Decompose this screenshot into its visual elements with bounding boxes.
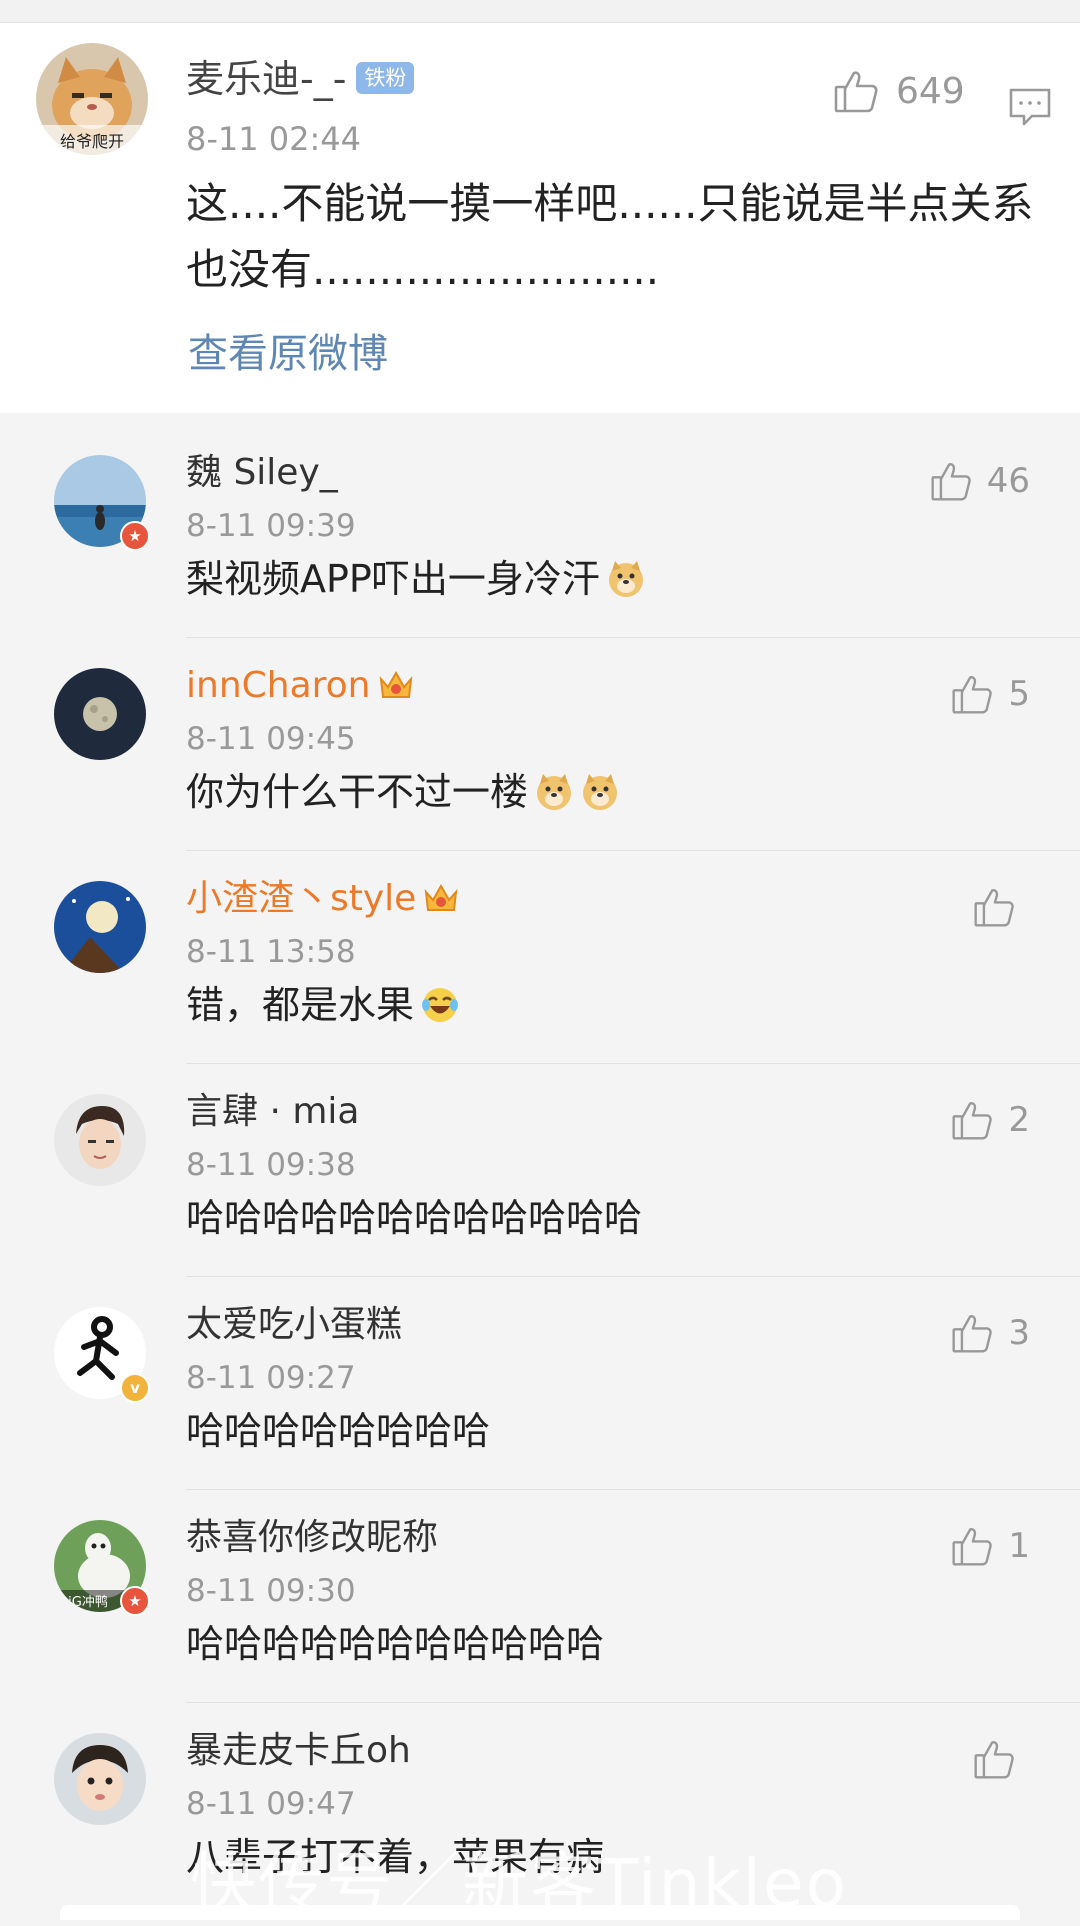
avatar-caption: 给爷爬开 bbox=[60, 132, 124, 151]
main-comment: 给爷爬开 麦乐迪-_- 铁粉 8-11 02:44 649 这....不能说一摸一… bbox=[0, 23, 1080, 413]
doge-emoji-icon bbox=[583, 773, 618, 810]
like-button[interactable]: 5 bbox=[950, 668, 1030, 720]
like-count: 5 bbox=[1008, 674, 1030, 714]
username[interactable]: 魏 Siley_ bbox=[186, 447, 338, 499]
comment-text: 错，都是水果 bbox=[186, 979, 460, 1031]
username-text[interactable]: 小渣渣丶style bbox=[186, 878, 416, 919]
verified-badge: ★ bbox=[120, 1586, 150, 1616]
username[interactable]: 小渣渣丶style bbox=[186, 873, 460, 925]
thumbs-up-icon bbox=[974, 1741, 1014, 1779]
like-count: 1 bbox=[1008, 1526, 1030, 1566]
vip-crown-icon bbox=[424, 883, 458, 911]
comment-item: ★ 魏 Siley_ 8-11 09:39 梨视频APP吓出一身冷汗 46 bbox=[0, 425, 1080, 638]
comment-text-content: 你为什么干不过一楼 bbox=[186, 770, 529, 814]
like-button[interactable]: 649 bbox=[832, 61, 965, 121]
like-button[interactable]: 2 bbox=[950, 1094, 1030, 1146]
like-count: 46 bbox=[986, 461, 1030, 501]
comment-item: innCharon 8-11 09:45 你为什么干不过一楼 5 bbox=[0, 638, 1080, 851]
comment-item: 小渣渣丶style 8-11 13:58 错，都是水果 bbox=[0, 851, 1080, 1064]
comment-icon[interactable] bbox=[1008, 85, 1052, 129]
avatar[interactable] bbox=[54, 881, 146, 973]
comment-text: 这....不能说一摸一样吧......只能说是半点关系也没有..........… bbox=[186, 179, 1034, 294]
doge-emoji-icon bbox=[537, 773, 572, 810]
timestamp: 8-11 09:27 bbox=[186, 1360, 356, 1396]
thumbs-up-icon bbox=[952, 676, 993, 714]
thumbs-up-icon bbox=[931, 463, 971, 501]
vip-crown-icon bbox=[379, 670, 412, 698]
timestamp: 8-11 09:45 bbox=[186, 721, 356, 757]
username[interactable]: 太爱吃小蛋糕 bbox=[186, 1299, 402, 1351]
top-strip bbox=[0, 0, 1080, 23]
thumbs-up-icon bbox=[834, 71, 878, 113]
thumbs-up-icon bbox=[974, 889, 1014, 927]
comment-item: v 太爱吃小蛋糕 8-11 09:27 哈哈哈哈哈哈哈哈 3 bbox=[0, 1277, 1080, 1490]
timestamp: 8-11 02:44 bbox=[186, 120, 362, 158]
like-button[interactable] bbox=[972, 881, 1030, 933]
timestamp: 8-11 09:30 bbox=[186, 1573, 356, 1609]
doge-emoji-icon bbox=[608, 560, 643, 597]
timestamp: 8-11 13:58 bbox=[186, 934, 356, 970]
timestamp: 8-11 09:39 bbox=[186, 508, 356, 544]
username[interactable]: 恭喜你修改昵称 bbox=[186, 1512, 438, 1564]
timestamp: 8-11 09:47 bbox=[186, 1786, 356, 1822]
comment-text: 哈哈哈哈哈哈哈哈 bbox=[186, 1409, 491, 1453]
thumbs-up-icon bbox=[952, 1528, 993, 1566]
comment-item: iG冲鸭 ★ 恭喜你修改昵称 8-11 09:30 哈哈哈哈哈哈哈哈哈哈哈 1 bbox=[0, 1490, 1080, 1703]
comment-text-content: 梨视频APP吓出一身冷汗 bbox=[186, 557, 600, 601]
avatar[interactable] bbox=[54, 1094, 146, 1186]
username[interactable]: 麦乐迪-_- 铁粉 bbox=[186, 55, 415, 103]
fan-badge: 铁粉 bbox=[356, 61, 415, 94]
view-original-link[interactable]: 查看原微博 bbox=[188, 329, 388, 379]
username[interactable]: innCharon bbox=[186, 660, 415, 712]
username-text[interactable]: innCharon bbox=[186, 665, 371, 706]
comment-text: 哈哈哈哈哈哈哈哈哈哈哈哈 bbox=[186, 1196, 643, 1240]
comment-text: 梨视频APP吓出一身冷汗 bbox=[186, 553, 646, 605]
like-button[interactable]: 46 bbox=[929, 455, 1030, 507]
like-button[interactable]: 1 bbox=[950, 1520, 1030, 1572]
username[interactable]: 暴走皮卡丘oh bbox=[186, 1725, 411, 1777]
username[interactable]: 言肆 · mia bbox=[186, 1086, 359, 1138]
comment-text: 你为什么干不过一楼 bbox=[186, 766, 620, 818]
thumbs-up-icon bbox=[952, 1315, 993, 1353]
avatar-caption: iG冲鸭 bbox=[68, 1595, 108, 1610]
comment-text: 哈哈哈哈哈哈哈哈哈哈哈 bbox=[186, 1622, 605, 1666]
username-text[interactable]: 麦乐迪-_- bbox=[186, 57, 346, 101]
verified-badge: ★ bbox=[120, 521, 150, 551]
avatar[interactable] bbox=[54, 1733, 146, 1825]
thumbs-up-icon bbox=[952, 1102, 993, 1140]
like-count: 3 bbox=[1008, 1313, 1030, 1353]
like-button[interactable] bbox=[972, 1733, 1030, 1785]
avatar[interactable]: 给爷爬开 bbox=[36, 43, 148, 155]
timestamp: 8-11 09:38 bbox=[186, 1147, 356, 1183]
like-count: 649 bbox=[896, 70, 965, 112]
like-button[interactable]: 3 bbox=[950, 1307, 1030, 1359]
avatar[interactable] bbox=[54, 668, 146, 760]
comment-text-content: 错，都是水果 bbox=[186, 983, 415, 1027]
verified-badge: v bbox=[120, 1373, 150, 1403]
bottom-bar-edge bbox=[60, 1905, 1020, 1920]
laugh-cry-emoji-icon bbox=[422, 987, 459, 1022]
like-count: 2 bbox=[1008, 1100, 1030, 1140]
comment-item: 言肆 · mia 8-11 09:38 哈哈哈哈哈哈哈哈哈哈哈哈 2 bbox=[0, 1064, 1080, 1277]
